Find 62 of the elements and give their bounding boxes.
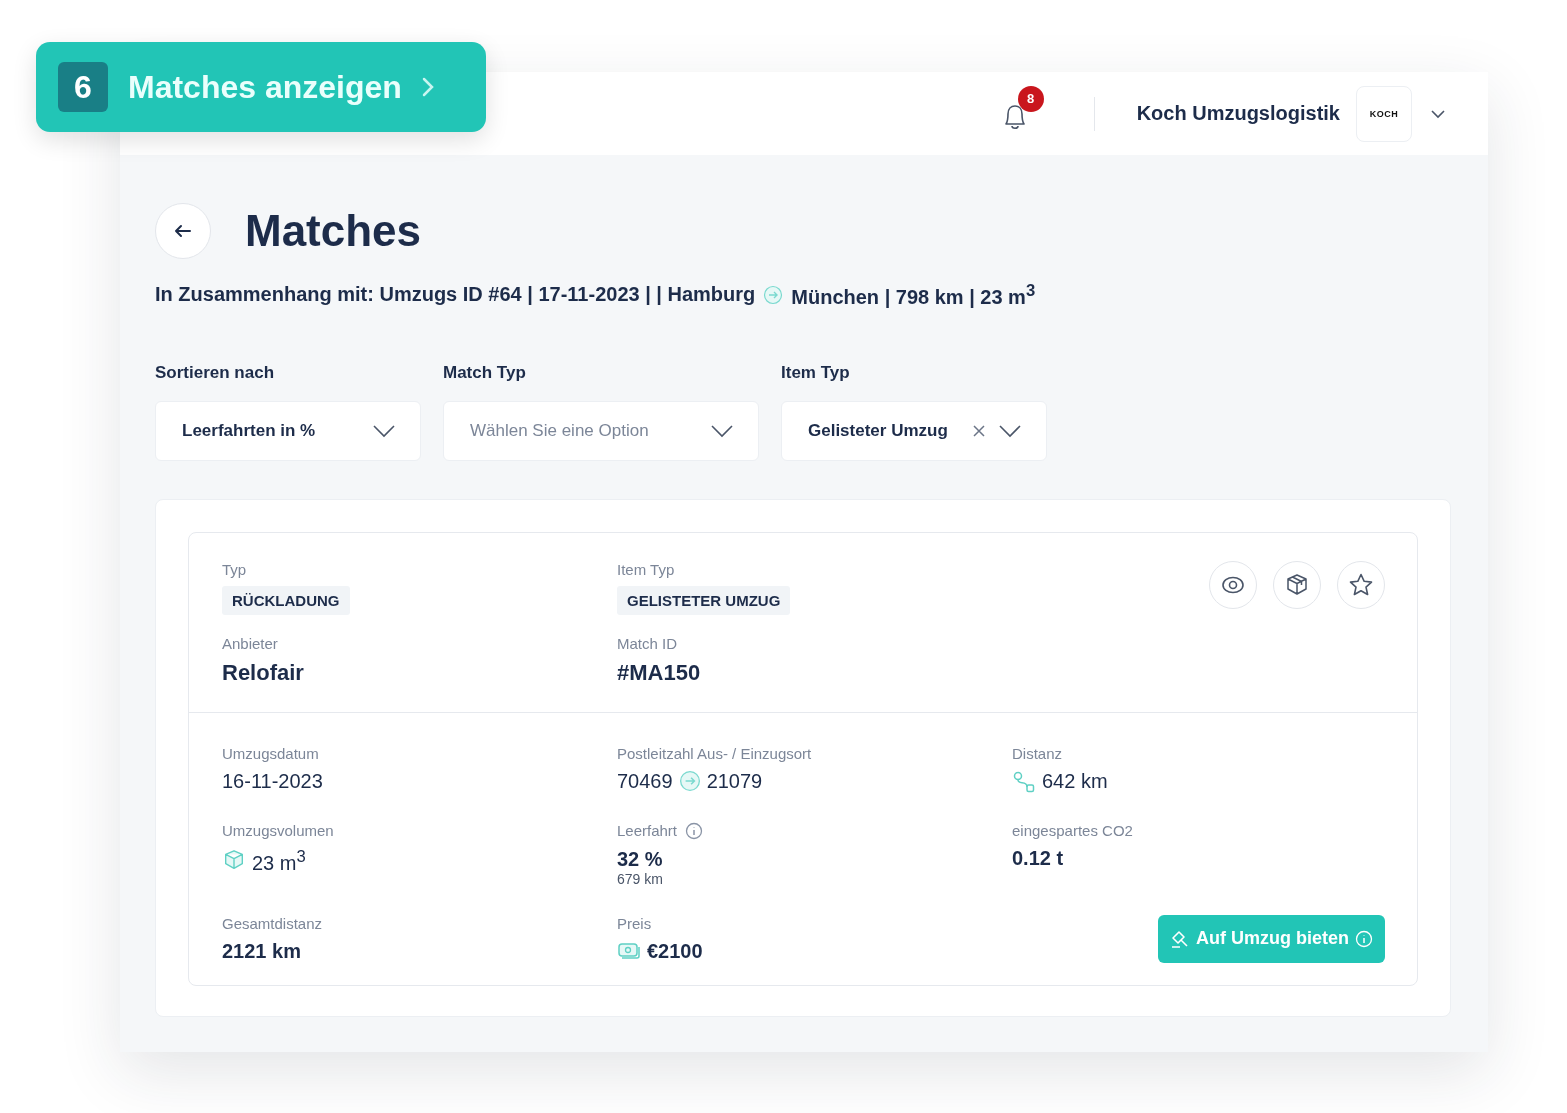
field-value: 0.12 t [1012,846,1064,870]
field-label: Leerfahrt [617,822,678,840]
arrow-circle-icon [678,770,701,793]
money-icon [617,941,641,962]
filter-label: Sortieren nach [155,362,276,383]
filter-label: Match Typ [443,362,527,383]
promo-label: Matches anzeigen [128,68,402,106]
field-label: eingespartes CO2 [1012,821,1133,839]
filter-select[interactable]: Leerfahrten in % [155,400,421,461]
field-subvalue: 679 km [617,870,663,887]
field-value: Relofair [222,659,304,686]
company-logo: KOCH [1356,85,1412,142]
postcode-from: 70469 [617,769,673,793]
chevron-down-icon[interactable] [1430,108,1446,119]
info-icon[interactable] [685,821,704,840]
type-tag: RÜCKLADUNG [222,585,350,615]
field-label: Distanz [1012,744,1063,762]
favorite-button[interactable] [1337,560,1385,609]
box-icon [1285,571,1309,598]
show-matches-button[interactable]: 6 Matches anzeigen [36,42,486,132]
page-title: Matches [245,206,422,256]
field-label: Umzugsvolumen [222,821,334,839]
field-label: Preis [617,914,652,932]
chevron-right-icon [421,77,434,97]
package-button[interactable] [1273,560,1321,609]
chevron-down-icon [710,423,734,438]
field-value: 2121 km [222,939,301,963]
company-name: Koch Umzugslogistik [1136,102,1340,125]
field-label: Gesamtdistanz [222,914,323,932]
field-value: 642 km [1042,770,1108,794]
notification-badge: 8 [1017,85,1044,112]
filter-select[interactable]: Gelisteter Umzug [781,400,1047,461]
filter-select[interactable]: Wählen Sie eine Option [443,400,759,461]
chevron-down-icon [372,423,396,438]
postcode-to: 21079 [706,769,763,793]
eye-icon [1221,574,1245,595]
star-icon [1348,571,1374,598]
match-count-badge: 6 [58,62,108,112]
context-text: München | 798 km | 23 m$^{3}$ [791,281,1036,309]
field-value: 16-11-2023 [222,769,323,793]
field-value: 23 m$^{3}$ [252,846,306,875]
notifications-button[interactable]: 8 [999,85,1046,134]
field-label: Anbieter [222,634,278,652]
field-label: Typ [222,560,247,578]
filter-label: Item Typ [781,362,851,383]
field-label: Match ID [617,634,677,652]
view-button[interactable] [1209,560,1257,609]
field-label: Postleitzahl Aus- / Einzugsort [617,744,812,762]
field-label: Item Typ [617,560,675,578]
context-text: In Zusammenhang mit: Umzugs ID #64 | 17-11-2023 | | Hamburg [155,283,756,307]
info-icon [1355,929,1373,948]
field-value: €2100 [647,939,703,963]
type-tag: GELISTETER UMZUG [617,585,791,615]
route-icon [1012,769,1036,794]
chevron-down-icon [998,423,1022,438]
back-arrow-icon [174,224,192,238]
field-value: #MA150 [617,659,701,686]
arrow-circle-icon [763,284,784,305]
clear-icon[interactable] [972,423,986,438]
field-value: 32 % [617,847,663,871]
field-label: Umzugsdatum [222,744,319,762]
hammer-icon [1170,928,1190,949]
